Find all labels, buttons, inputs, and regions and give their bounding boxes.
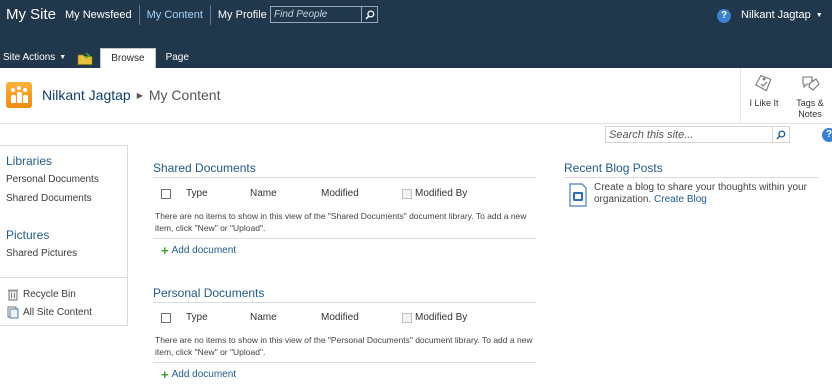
nav-my-content[interactable]: My Content	[138, 5, 211, 25]
ql-heading-pictures[interactable]: Pictures	[6, 228, 49, 242]
empty-message: There are no items to show in this view …	[155, 211, 527, 233]
site-title[interactable]: My Site	[6, 6, 56, 23]
people-search-input[interactable]	[271, 7, 361, 22]
site-search	[605, 126, 790, 143]
site-content-icon	[7, 306, 19, 319]
magnifier-icon	[364, 9, 374, 20]
select-all-checkbox[interactable]	[161, 313, 171, 323]
tags-notes-label: Tags & Notes	[796, 98, 824, 119]
help-icon[interactable]: ?	[717, 9, 731, 23]
like-tag-icon	[755, 74, 772, 92]
column-type[interactable]: Type	[186, 188, 208, 199]
blog-message: Create a blog to share your thoughts wit…	[594, 182, 826, 206]
column-modified-by[interactable]: Modified By	[415, 312, 467, 323]
divider	[564, 177, 818, 178]
help-icon[interactable]: ?	[822, 128, 832, 142]
user-name: Nilkant Jagtap	[741, 9, 811, 21]
select-all-checkbox[interactable]	[161, 189, 171, 199]
recycle-bin-label: Recycle Bin	[23, 289, 76, 300]
people-search-button[interactable]	[361, 7, 377, 22]
column-name[interactable]: Name	[250, 188, 277, 199]
divider	[153, 302, 536, 303]
people-logo-icon	[6, 82, 32, 108]
i-like-it-button[interactable]: I Like It	[741, 68, 787, 124]
nav-my-newsfeed[interactable]: My Newsfeed	[58, 5, 139, 25]
ribbon-social-actions: I Like It Tags & Notes	[740, 68, 832, 124]
i-like-it-label: I Like It	[749, 98, 779, 108]
column-modified-by[interactable]: Modified By	[415, 188, 467, 199]
breadcrumb-home[interactable]: Nilkant Jagtap	[42, 87, 131, 103]
divider	[153, 177, 536, 178]
divider	[153, 238, 536, 239]
user-menu[interactable]: Nilkant Jagtap ▼	[741, 9, 823, 21]
breadcrumb-arrow-icon: ▶	[136, 90, 143, 100]
add-document-link[interactable]: + Add document	[161, 366, 237, 382]
create-blog-link[interactable]: Create Blog	[654, 194, 707, 205]
personal-documents-title[interactable]: Personal Documents	[153, 286, 264, 300]
shared-documents-title[interactable]: Shared Documents	[153, 161, 256, 175]
ql-heading-libraries[interactable]: Libraries	[6, 154, 52, 168]
tags-notes-icon	[802, 76, 820, 91]
blog-document-icon	[569, 183, 587, 207]
column-modified[interactable]: Modified	[321, 312, 359, 323]
column-type[interactable]: Type	[186, 312, 208, 323]
site-actions-menu[interactable]: Site Actions ▼	[0, 48, 70, 68]
site-search-button[interactable]	[772, 127, 789, 142]
ql-all-site-content[interactable]: All Site Content	[7, 306, 92, 319]
ql-item-shared-documents[interactable]: Shared Documents	[6, 193, 92, 204]
add-document-label: Add document	[171, 245, 237, 256]
tab-browse[interactable]: Browse	[100, 48, 156, 68]
site-search-input[interactable]	[606, 127, 772, 142]
people-search	[270, 6, 378, 23]
search-icon	[776, 129, 786, 140]
ql-item-shared-pictures[interactable]: Shared Pictures	[6, 248, 77, 259]
breadcrumb: Nilkant Jagtap ▶ My Content	[42, 87, 220, 103]
add-document-label: Add document	[171, 369, 237, 380]
empty-message: There are no items to show in this view …	[155, 335, 533, 357]
chevron-down-icon: ▼	[815, 11, 823, 19]
recycle-bin-icon	[8, 289, 18, 301]
page-title: My Content	[148, 87, 221, 103]
column-checkbox	[402, 189, 412, 199]
tab-page[interactable]: Page	[156, 48, 199, 68]
divider	[0, 277, 127, 278]
nav-my-profile[interactable]: My Profile	[211, 5, 274, 25]
column-modified[interactable]: Modified	[321, 188, 359, 199]
plus-icon: +	[161, 366, 169, 382]
plus-icon: +	[161, 242, 169, 258]
column-checkbox	[402, 313, 412, 323]
ql-item-personal-documents[interactable]: Personal Documents	[6, 174, 99, 185]
recent-blog-posts-title[interactable]: Recent Blog Posts	[564, 161, 663, 175]
tags-notes-button[interactable]: Tags & Notes	[787, 68, 832, 124]
title-row: Nilkant Jagtap ▶ My Content I Like It Ta…	[0, 68, 832, 124]
navigate-up-icon[interactable]	[76, 48, 94, 68]
quick-launch: Libraries Personal Documents Shared Docu…	[0, 145, 128, 326]
ribbon-tabs: Site Actions ▼ Browse Page	[0, 48, 199, 68]
chevron-down-icon: ▼	[59, 54, 67, 61]
top-nav: My Newsfeed My Content My Profile	[58, 4, 274, 26]
column-name[interactable]: Name	[250, 312, 277, 323]
top-bar: My Site My Newsfeed My Content My Profil…	[0, 0, 832, 68]
add-document-link[interactable]: + Add document	[161, 242, 237, 258]
all-site-content-label: All Site Content	[23, 307, 92, 318]
site-actions-label: Site Actions	[3, 52, 56, 63]
ql-recycle-bin[interactable]: Recycle Bin	[7, 288, 76, 301]
search-row: ?	[0, 125, 832, 145]
divider	[153, 362, 536, 363]
